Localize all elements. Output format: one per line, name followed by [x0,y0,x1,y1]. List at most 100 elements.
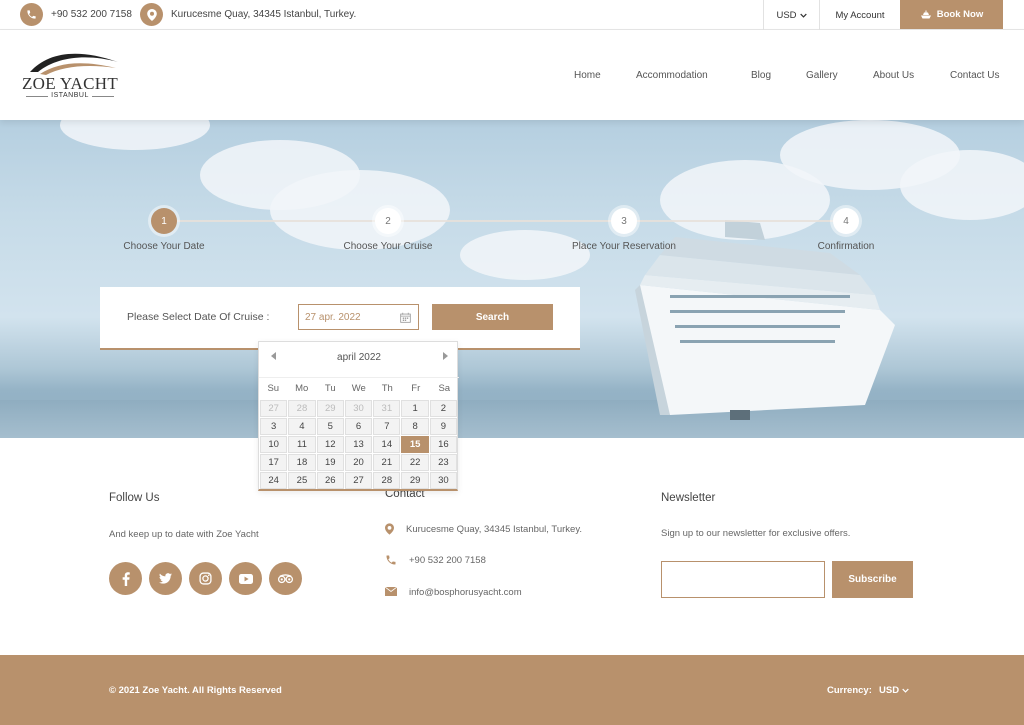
datepicker-day[interactable]: 29 [401,472,429,489]
footer [0,438,1024,655]
bottom-currency-dropdown[interactable]: USD [879,685,909,696]
subscribe-button[interactable]: Subscribe [832,561,913,598]
chevron-down-icon [799,13,807,18]
instagram-icon[interactable] [189,562,222,595]
my-account-link[interactable]: My Account [820,0,900,30]
topbar-phone: +90 532 200 7158 [51,9,132,20]
datepicker-day[interactable]: 3 [260,418,288,435]
datepicker-day[interactable]: 27 [344,472,373,489]
datepicker-day-other-month: 28 [288,400,316,417]
facebook-icon[interactable] [109,562,142,595]
datepicker-popup: april 2022 Su Mo Tu We Th Fr Sa 27 28 29 30… [258,341,459,491]
twitter-icon[interactable] [149,562,182,595]
cruise-date-input[interactable]: 27 apr. 2022 [298,304,419,330]
newsletter-email-input[interactable] [661,561,825,598]
bottom-bar: © 2021 Zoe Yacht. All Rights Reserved Cu… [0,655,1024,725]
dow-tu: Tu [324,383,336,394]
step-1-circle: 1 [151,208,177,234]
logo-wave-icon [30,53,118,75]
phone-icon [20,3,43,26]
phone-icon [386,555,396,565]
date-select-label: Please Select Date Of Cruise : [127,311,270,323]
book-now-label: Book Now [936,9,984,20]
logo[interactable]: ZOE YACHT ISTANBUL [20,48,120,103]
currency-dropdown[interactable]: USD [763,0,820,30]
datepicker-day[interactable]: 23 [429,454,458,471]
nav-home[interactable]: Home [574,70,601,81]
calendar-icon[interactable] [400,312,411,323]
topbar-address: Kurucesme Quay, 34345 Istanbul, Turkey. [171,9,357,20]
datepicker-day[interactable]: 16 [429,436,458,453]
datepicker-day[interactable]: 1 [401,400,429,417]
datepicker-day[interactable]: 18 [288,454,316,471]
contact-email[interactable]: info@bosphorusyacht.com [409,587,522,598]
datepicker-day-other-month: 31 [373,400,401,417]
nav-about-us[interactable]: About Us [873,70,914,81]
datepicker-day[interactable]: 13 [344,436,373,453]
datepicker-day-other-month: 30 [344,400,373,417]
datepicker-day[interactable]: 24 [260,472,288,489]
next-month-arrow-icon[interactable] [443,352,448,360]
cruise-date-value: 27 apr. 2022 [305,312,361,323]
datepicker-week-row: 10 11 12 13 14 15 16 [260,436,458,454]
datepicker-day[interactable]: 21 [373,454,401,471]
datepicker-month: april 2022 [337,352,381,363]
datepicker-day[interactable]: 4 [288,418,316,435]
top-bar: +90 532 200 7158 Kurucesme Quay, 34345 I… [0,0,1024,30]
search-button[interactable]: Search [432,304,553,330]
nav-contact-us[interactable]: Contact Us [950,70,999,81]
datepicker-week-row: 17 18 19 20 21 22 23 [260,454,458,472]
datepicker-grid: 27 28 29 30 31 1 2 3 4 5 6 7 8 9 10 11 12 13 14 15 16 17 18 19 2… [260,400,458,490]
days-of-week-row: Su Mo Tu We Th Fr Sa [259,377,459,395]
bottom-currency-value: USD [879,685,900,696]
datepicker-day[interactable]: 12 [316,436,344,453]
datepicker-day[interactable]: 2 [429,400,458,417]
datepicker-day[interactable]: 17 [260,454,288,471]
datepicker-day[interactable]: 26 [316,472,344,489]
follow-us-title: Follow Us [109,492,160,504]
book-now-button[interactable]: Book Now [900,0,1003,29]
datepicker-day[interactable]: 7 [373,418,401,435]
newsletter-title: Newsletter [661,492,716,504]
ship-icon [920,10,931,19]
copyright-text: © 2021 Zoe Yacht. All Rights Reserved [109,685,282,696]
datepicker-day[interactable]: 22 [401,454,429,471]
datepicker-day[interactable]: 25 [288,472,316,489]
newsletter-text: Sign up to our newsletter for exclusive … [661,528,851,539]
datepicker-day[interactable]: 28 [373,472,401,489]
datepicker-day[interactable]: 9 [429,418,458,435]
dow-sa: Sa [438,383,451,394]
step-4-circle: 4 [833,208,859,234]
datepicker-week-row: 24 25 26 27 28 29 30 [260,472,458,490]
dow-su: Su [267,383,280,394]
follow-us-text: And keep up to date with Zoe Yacht [109,529,259,540]
datepicker-day[interactable]: 19 [316,454,344,471]
datepicker-day[interactable]: 5 [316,418,344,435]
nav-blog[interactable]: Blog [751,70,771,81]
contact-address: Kurucesme Quay, 34345 Istanbul, Turkey. [406,524,583,535]
contact-phone: +90 532 200 7158 [409,555,486,566]
datepicker-day[interactable]: 10 [260,436,288,453]
tripadvisor-icon[interactable] [269,562,302,595]
datepicker-day[interactable]: 20 [344,454,373,471]
nav-gallery[interactable]: Gallery [806,70,838,81]
step-2-label: Choose Your Cruise [343,241,433,252]
datepicker-day[interactable]: 30 [429,472,458,489]
envelope-icon [385,587,397,596]
datepicker-day[interactable]: 8 [401,418,429,435]
datepicker-day[interactable]: 6 [344,418,373,435]
hero-banner: 1 2 3 4 Choose Your Date Choose Your Cru… [0,120,1024,438]
logo-name: ZOE YACHT [21,74,119,93]
chevron-down-icon [902,688,909,693]
main-header: ZOE YACHT ISTANBUL Home Accommodation Bl… [0,30,1024,120]
dow-fr: Fr [411,383,421,394]
datepicker-day[interactable]: 14 [373,436,401,453]
nav-accommodation[interactable]: Accommodation [636,70,708,81]
datepicker-day[interactable]: 15 [401,436,429,453]
step-3-circle: 3 [611,208,637,234]
youtube-icon[interactable] [229,562,262,595]
datepicker-day[interactable]: 11 [288,436,316,453]
currency-label: Currency: [827,685,872,696]
datepicker-day-other-month: 27 [260,400,288,417]
datepicker-week-row: 27 28 29 30 31 1 2 [260,400,458,418]
